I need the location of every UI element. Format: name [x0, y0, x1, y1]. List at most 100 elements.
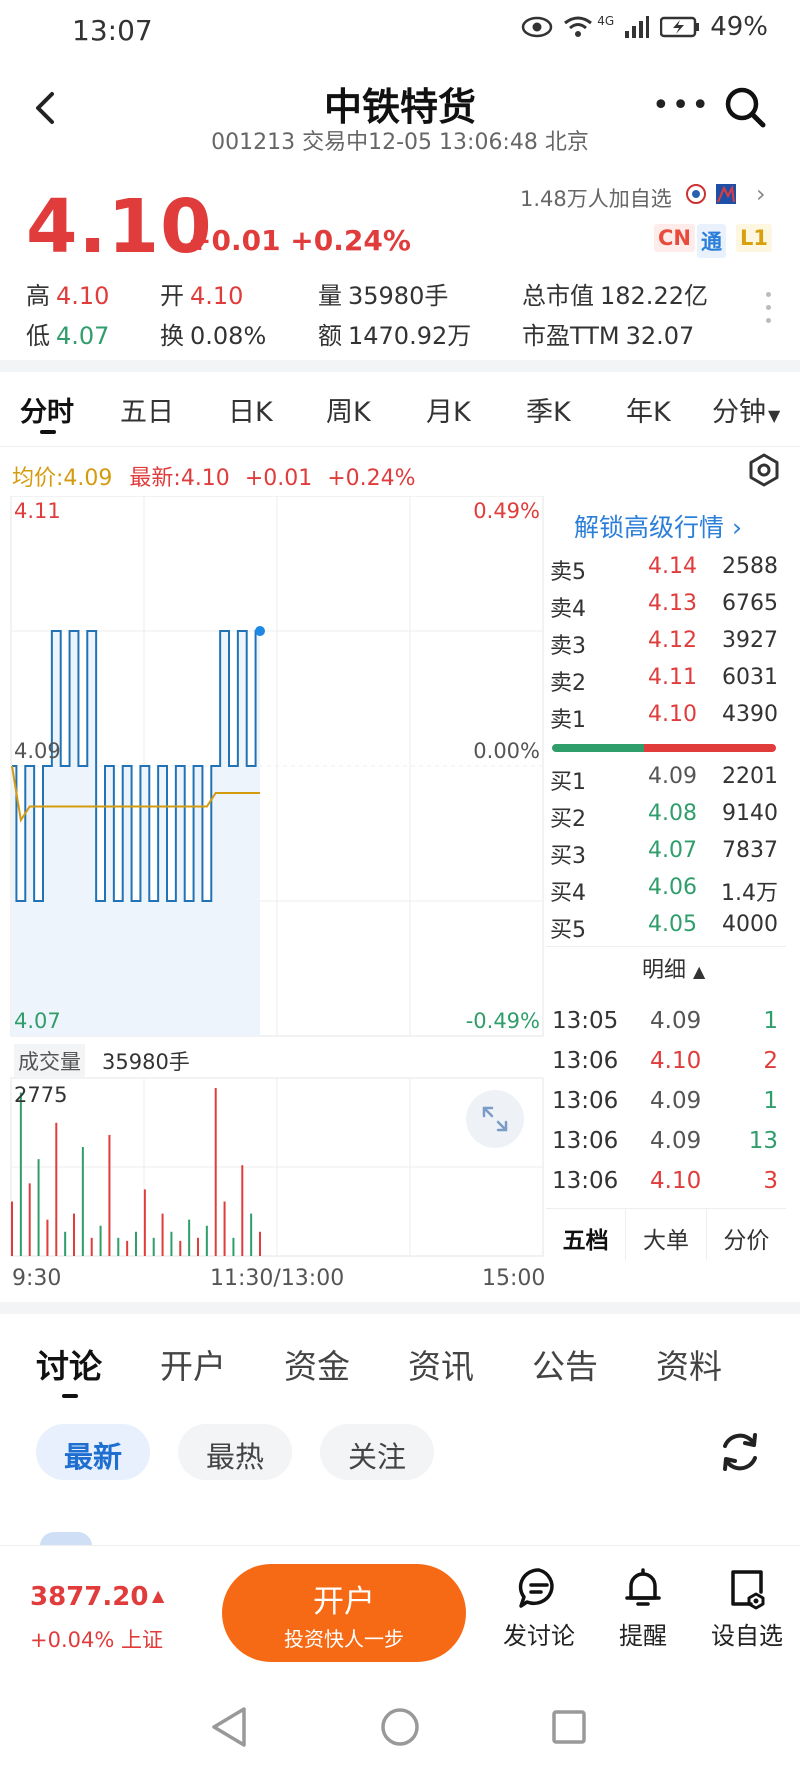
current-price: 4.10 — [26, 184, 213, 270]
axis-mid-price: 4.09 — [14, 739, 61, 763]
bid-row[interactable]: 买4 4.06 1.4万 — [550, 875, 780, 911]
volume-bar — [152, 1237, 155, 1256]
legend-change: +0.01 — [244, 466, 313, 491]
volume-bar — [55, 1122, 58, 1256]
add-watchlist-button[interactable]: 设自选 — [702, 1566, 792, 1651]
order-book-tabs: 五档 大单 分价 — [546, 1208, 786, 1260]
tab-minute[interactable]: 分钟 ▼ — [712, 390, 780, 429]
ask-row[interactable]: 卖2 4.11 6031 — [550, 665, 780, 701]
ask-row[interactable]: 卖4 4.13 6765 — [550, 591, 780, 627]
battery-icon — [660, 16, 700, 38]
time-mid: 11:30/13:00 — [210, 1266, 345, 1291]
volume-bar — [143, 1189, 146, 1256]
index-change[interactable]: +0.04% 上证 — [30, 1624, 163, 1654]
nav-back-icon[interactable] — [212, 1707, 246, 1747]
ask-row[interactable]: 卖3 4.12 3927 — [550, 628, 780, 664]
bid-row[interactable]: 买1 4.09 2201 — [550, 764, 780, 800]
tab-large-orders[interactable]: 大单 — [626, 1209, 707, 1260]
intraday-chart[interactable]: 4.11 0.49% 4.09 0.00% 4.07 -0.49% 2775 — [10, 496, 546, 1266]
post-discussion-button[interactable]: 发讨论 — [494, 1566, 584, 1651]
nav-home-icon[interactable] — [381, 1708, 419, 1746]
stat-open: 开 4.10 — [160, 282, 244, 310]
avatar[interactable] — [40, 1532, 92, 1546]
order-book: 解锁高级行情 › 卖5 4.14 2588 卖4 4.13 6765 卖3 4.12 392… — [546, 496, 786, 1260]
volume-bar — [108, 1134, 111, 1256]
bid-row[interactable]: 买5 4.05 4000 — [550, 912, 780, 948]
tab-daily[interactable]: 日K — [228, 390, 273, 429]
legend-latest: 最新:4.10 — [129, 466, 230, 491]
volume-bar — [205, 1225, 208, 1256]
index-value[interactable]: 3877.20 — [30, 1582, 148, 1612]
volume-bar — [214, 1088, 217, 1256]
chat-icon — [518, 1568, 554, 1608]
volume-bar — [64, 1231, 67, 1256]
tab-announcements[interactable]: 公告 — [532, 1340, 598, 1388]
volume-grid — [11, 1078, 543, 1256]
divider — [546, 946, 786, 947]
signal-icon — [625, 16, 650, 38]
tab-5day[interactable]: 五日 — [120, 390, 174, 429]
tab-open-account[interactable]: 开户 — [160, 1340, 226, 1388]
trade-detail-header[interactable]: 明细 ▲ — [642, 952, 705, 984]
volume-bar — [161, 1213, 164, 1256]
bid-row[interactable]: 买3 4.07 7837 — [550, 838, 780, 874]
network-type: 4G — [597, 14, 615, 28]
system-nav-bar — [0, 1675, 800, 1778]
volume-bar — [117, 1237, 120, 1256]
watchlist-count[interactable]: 1.48万人加自选 — [520, 183, 672, 213]
trade-row: 13:06 4.09 13 — [552, 1128, 778, 1154]
tab-weekly[interactable]: 周K — [326, 390, 371, 429]
tab-monthly[interactable]: 月K — [426, 390, 471, 429]
search-icon[interactable] — [722, 84, 768, 130]
stat-high: 高 4.10 — [26, 282, 110, 310]
tab-yearly[interactable]: 年K — [626, 390, 671, 429]
chevron-right-icon: › — [731, 513, 742, 542]
more-stats-icon[interactable] — [766, 292, 772, 331]
filter-following[interactable]: 关注 — [320, 1424, 434, 1480]
price-area — [12, 631, 260, 1036]
bell-icon — [625, 1568, 661, 1606]
tag-cn[interactable]: CN — [654, 224, 695, 252]
nav-recents-icon[interactable] — [552, 1710, 586, 1744]
tab-price-distribution[interactable]: 分价 — [707, 1209, 786, 1260]
tab-news[interactable]: 资讯 — [408, 1340, 474, 1388]
ask-row[interactable]: 卖5 4.14 2588 — [550, 554, 780, 590]
trade-row: 13:06 4.10 2 — [552, 1048, 778, 1074]
chevron-right-icon[interactable]: › — [756, 180, 766, 208]
triangle-up-icon: ▲ — [152, 1586, 165, 1605]
axis-top-pct: 0.49% — [473, 499, 540, 523]
filter-hot[interactable]: 最热 — [178, 1424, 292, 1480]
stat-turnover: 换 0.08% — [160, 322, 267, 350]
open-account-button[interactable]: 开户 投资快人一步 — [222, 1564, 466, 1662]
tag-l1[interactable]: L1 — [736, 224, 772, 252]
unlock-advanced-quotes[interactable]: 解锁高级行情 › — [574, 508, 742, 544]
volume-value: 35980手 — [102, 1050, 190, 1074]
trade-row: 13:05 4.09 1 — [552, 1008, 778, 1034]
price-change: +0.01 +0.24% — [188, 224, 411, 257]
ask-row[interactable]: 卖1 4.10 4390 — [550, 702, 780, 738]
volume-bar — [259, 1231, 261, 1256]
more-dots-icon[interactable]: ••• — [652, 88, 711, 123]
settings-icon[interactable] — [746, 452, 782, 488]
volume-bar — [73, 1213, 75, 1256]
status-bar: 13:07 4G 49% — [0, 0, 800, 60]
refresh-icon[interactable] — [716, 1428, 764, 1476]
tab-funds[interactable]: 资金 — [284, 1340, 350, 1388]
axis-top-price: 4.11 — [14, 499, 61, 523]
expand-icon[interactable] — [466, 1090, 524, 1148]
tab-underline — [62, 1394, 78, 1398]
tab-intraday[interactable]: 分时 — [20, 390, 74, 429]
tab-five-levels[interactable]: 五档 — [546, 1209, 627, 1260]
section-tabs: 讨论 开户 资金 资讯 公告 资料 — [0, 1330, 800, 1400]
filter-latest[interactable]: 最新 — [36, 1424, 150, 1480]
tab-quarterly[interactable]: 季K — [526, 390, 571, 429]
tab-discussion[interactable]: 讨论 — [36, 1340, 102, 1388]
bid-row[interactable]: 买2 4.08 9140 — [550, 801, 780, 837]
status-time: 13:07 — [72, 14, 153, 47]
volume-bar — [90, 1237, 93, 1256]
reminder-button[interactable]: 提醒 — [598, 1566, 688, 1651]
tag-connect[interactable]: 通 — [697, 224, 726, 258]
tab-underline — [40, 430, 56, 434]
bid-strength-bar — [552, 744, 644, 752]
tab-profile[interactable]: 资料 — [656, 1340, 722, 1388]
